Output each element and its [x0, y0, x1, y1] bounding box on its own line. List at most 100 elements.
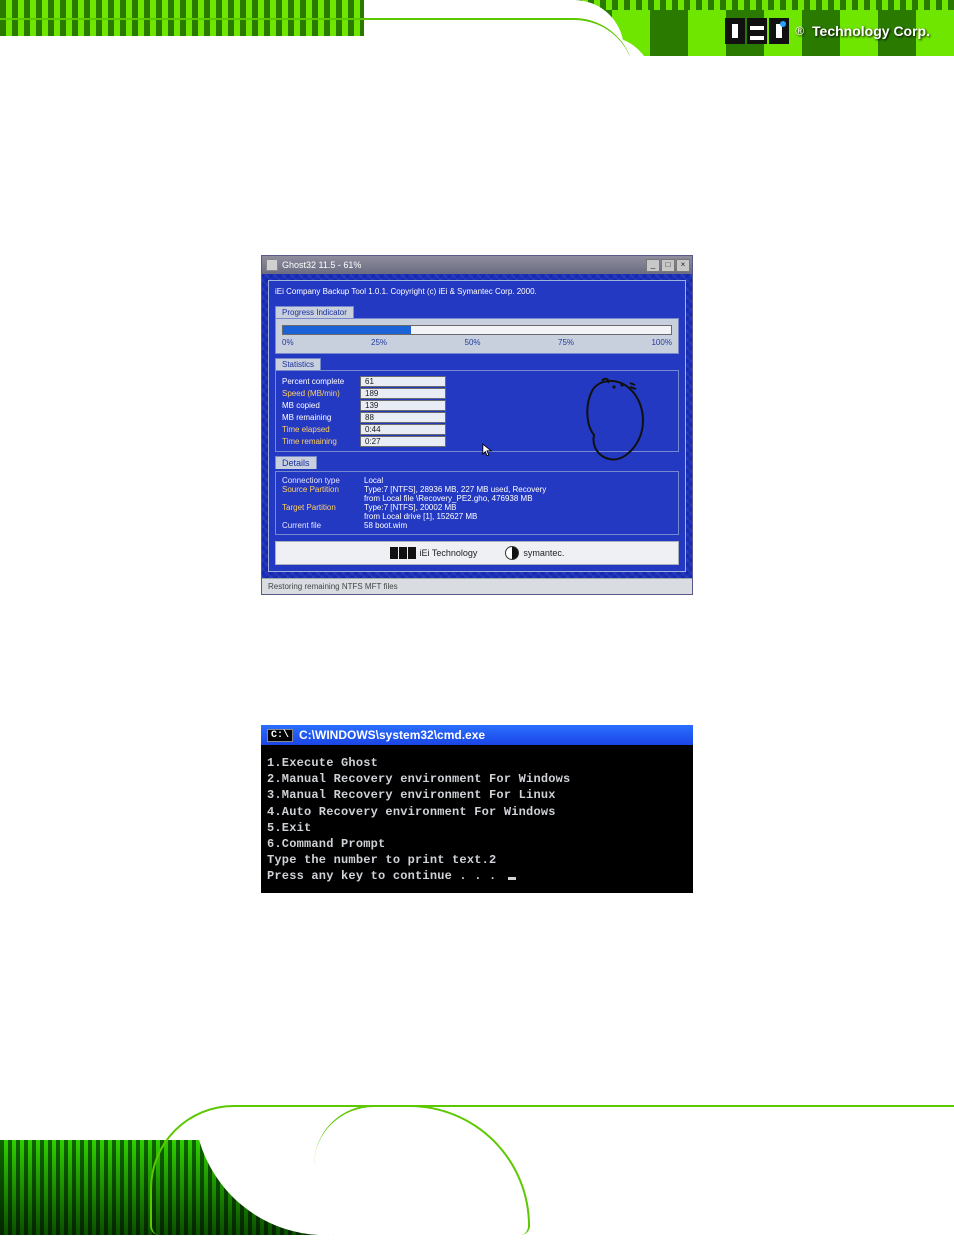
logo-tile-icon: [408, 547, 416, 559]
detail-source: Source Partition Type:7 [NTFS], 28936 MB…: [282, 485, 672, 494]
cmd-line-1: 1.Execute Ghost: [267, 755, 687, 771]
cmd-line-6: 6.Command Prompt: [267, 836, 687, 852]
stat-value-percent: 61: [360, 376, 446, 387]
cmd-text-cursor-icon: [508, 877, 516, 880]
header-white-fill: [0, 56, 954, 136]
progress-section: Progress Indicator 0% 25% 50% 75% 100%: [275, 306, 679, 354]
stat-value-copied: 139: [360, 400, 446, 411]
cmd-title-icon: C:\: [267, 729, 293, 742]
maximize-button[interactable]: □: [661, 259, 675, 272]
stats-section: Statistics Percent complete 61 Speed (MB…: [275, 358, 679, 452]
detail-target-value2: from Local drive [1], 152627 MB: [364, 512, 477, 521]
cmd-line-8-text: Press any key to continue . . .: [267, 869, 504, 883]
page-content: Ghost32 11.5 - 61% _ □ × iEi Company Bac…: [0, 255, 954, 893]
stat-value-time-remaining: 0:27: [360, 436, 446, 447]
detail-conn-type-value: Local: [364, 476, 383, 485]
details-section-label: Details: [275, 456, 317, 469]
stat-label-time-remaining: Time remaining: [282, 437, 360, 446]
header-decorative-band: ® Technology Corp.: [0, 0, 954, 130]
logo-tile-icon: [399, 547, 407, 559]
detail-current-file: Current file 58 boot.wim: [282, 521, 672, 530]
progress-axis-labels: 0% 25% 50% 75% 100%: [282, 338, 672, 347]
progress-section-label: Progress Indicator: [275, 306, 354, 318]
detail-conn-type: Connection type Local: [282, 476, 672, 485]
cmd-line-5: 5.Exit: [267, 820, 687, 836]
ghost-titlebar-left: Ghost32 11.5 - 61%: [266, 259, 361, 271]
stat-value-speed: 189: [360, 388, 446, 399]
ghost-window-figure: Ghost32 11.5 - 61% _ □ × iEi Company Bac…: [261, 255, 693, 595]
cmd-titlebar: C:\ C:\WINDOWS\system32\cmd.exe: [261, 725, 693, 745]
logo-tile-icon: [390, 547, 398, 559]
cmd-line-3: 3.Manual Recovery environment For Linux: [267, 787, 687, 803]
ghost-footer-logos: iEi Technology symantec.: [275, 541, 679, 565]
cmd-title-path: C:\WINDOWS\system32\cmd.exe: [299, 728, 485, 742]
axis-0: 0%: [282, 338, 294, 347]
symantec-logo: symantec.: [505, 546, 564, 560]
stat-label-percent: Percent complete: [282, 377, 360, 386]
detail-target-spacer: [282, 512, 364, 521]
symantec-logo-text: symantec.: [523, 548, 564, 558]
detail-target-label: Target Partition: [282, 503, 364, 512]
ghost-window-title: Ghost32 11.5 - 61%: [282, 260, 361, 270]
mouse-cursor-icon: [482, 443, 492, 457]
footer-green-outline: [314, 1105, 954, 1165]
iei-logo-tiles-icon: [390, 547, 416, 559]
iei-logo-text: iEi Technology: [420, 548, 478, 558]
footer-decorative-band: [0, 1105, 954, 1235]
stat-value-remaining: 88: [360, 412, 446, 423]
detail-source-value2: from Local file \Recovery_PE2.gho, 47693…: [364, 494, 533, 503]
cmd-window-figure: C:\ C:\WINDOWS\system32\cmd.exe 1.Execut…: [261, 725, 693, 893]
axis-50: 50%: [465, 338, 481, 347]
details-body: Connection type Local Source Partition T…: [275, 471, 679, 535]
app-icon: [266, 259, 278, 271]
detail-current-file-value: 58 boot.wim: [364, 521, 407, 530]
ghost-inner-frame: iEi Company Backup Tool 1.0.1. Copyright…: [268, 280, 686, 572]
symantec-icon: [505, 546, 519, 560]
minimize-button[interactable]: _: [646, 259, 660, 272]
brand-registered-symbol: ®: [795, 24, 804, 38]
detail-target-cont: from Local drive [1], 152627 MB: [282, 512, 672, 521]
logo-tile-i2-icon: [769, 18, 789, 44]
ghost-statusbar: Restoring remaining NTFS MFT files: [262, 578, 692, 594]
cmd-body[interactable]: 1.Execute Ghost 2.Manual Recovery enviro…: [261, 745, 693, 893]
axis-75: 75%: [558, 338, 574, 347]
logo-tile-e-icon: [747, 18, 767, 44]
stat-value-elapsed: 0:44: [360, 424, 446, 435]
stat-label-speed: Speed (MB/min): [282, 389, 360, 398]
progress-bar: [282, 325, 672, 335]
stats-section-label: Statistics: [275, 358, 321, 370]
detail-source-label: Source Partition: [282, 485, 364, 494]
progress-bar-fill: [283, 326, 411, 334]
detail-target: Target Partition Type:7 [NTFS], 20002 MB: [282, 503, 672, 512]
cmd-window: C:\ C:\WINDOWS\system32\cmd.exe 1.Execut…: [261, 725, 693, 893]
content-spacer: [0, 595, 954, 725]
ghost-titlebar: Ghost32 11.5 - 61% _ □ ×: [262, 256, 692, 274]
detail-source-value1: Type:7 [NTFS], 28936 MB, 227 MB used, Re…: [364, 485, 546, 494]
cmd-line-4: 4.Auto Recovery environment For Windows: [267, 804, 687, 820]
cmd-line-8: Press any key to continue . . .: [267, 868, 687, 884]
axis-25: 25%: [371, 338, 387, 347]
detail-conn-type-label: Connection type: [282, 476, 364, 485]
detail-current-file-label: Current file: [282, 521, 364, 530]
ghost-mascot-icon: [580, 375, 660, 465]
axis-100: 100%: [651, 338, 671, 347]
detail-source-cont: from Local file \Recovery_PE2.gho, 47693…: [282, 494, 672, 503]
stat-label-copied: MB copied: [282, 401, 360, 410]
ghost-inner-title: iEi Company Backup Tool 1.0.1. Copyright…: [275, 285, 679, 302]
close-button[interactable]: ×: [676, 259, 690, 272]
detail-target-value1: Type:7 [NTFS], 20002 MB: [364, 503, 456, 512]
stat-label-elapsed: Time elapsed: [282, 425, 360, 434]
details-section: Details Connection type Local Source Par…: [275, 456, 679, 535]
cmd-line-2: 2.Manual Recovery environment For Window…: [267, 771, 687, 787]
cmd-line-7: Type the number to print text.2: [267, 852, 687, 868]
progress-section-body: 0% 25% 50% 75% 100%: [275, 318, 679, 354]
detail-source-spacer: [282, 494, 364, 503]
ghost-window-controls: _ □ ×: [646, 259, 690, 272]
brand-name-text: Technology Corp.: [812, 23, 930, 39]
stats-body: Percent complete 61 Speed (MB/min) 189 M…: [275, 370, 679, 452]
ghost-body: iEi Company Backup Tool 1.0.1. Copyright…: [262, 274, 692, 578]
brand-logo: ® Technology Corp.: [725, 18, 930, 44]
logo-tile-i-icon: [725, 18, 745, 44]
stat-label-remaining: MB remaining: [282, 413, 360, 422]
ghost-window: Ghost32 11.5 - 61% _ □ × iEi Company Bac…: [261, 255, 693, 595]
